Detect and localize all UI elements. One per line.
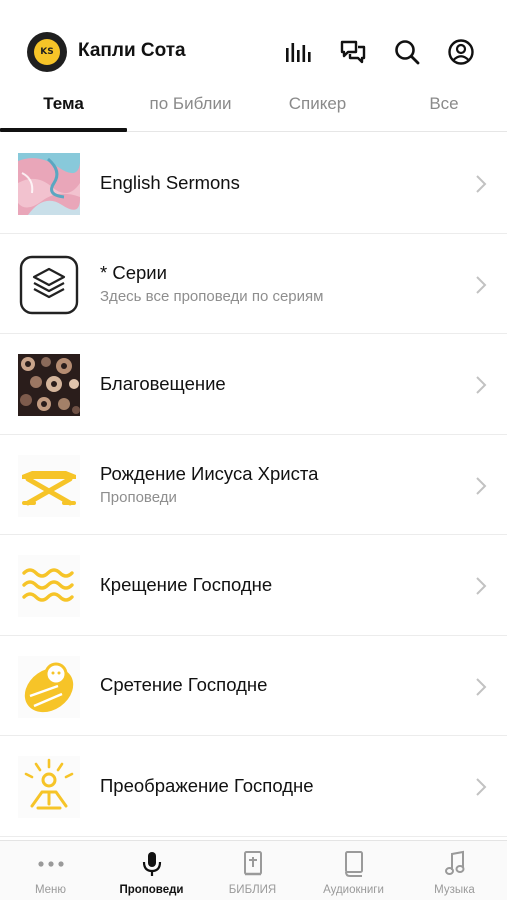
list-item-title: Преображение Господне (100, 774, 314, 796)
nav-sermons[interactable]: Проповеди (101, 849, 202, 896)
circles-pattern-image (18, 354, 80, 416)
list-item[interactable]: Благовещение (0, 334, 507, 435)
topic-list: English Sermons * Серии Здесь все пропов… (0, 133, 507, 837)
list-item[interactable]: * Серии Здесь все проповеди по сериям (0, 234, 507, 334)
list-item[interactable]: Рождение Иисуса Христа Проповеди (0, 435, 507, 535)
list-item-title: Сретение Господне (100, 674, 268, 696)
chevron-right-icon (476, 778, 487, 796)
chevron-right-icon (476, 677, 487, 696)
tab-speaker[interactable]: Спикер (254, 94, 381, 132)
list-item[interactable]: Крещение Господне (0, 535, 507, 636)
manger-icon (18, 454, 80, 517)
list-item-title: Крещение Господне (100, 573, 273, 595)
abstract-art-image (18, 153, 80, 215)
bible-icon (202, 849, 303, 879)
microphone-icon (101, 849, 202, 879)
list-item-title: Рождение Иисуса Христа (100, 463, 319, 485)
equalizer-icon[interactable] (283, 37, 313, 67)
radiant-figure-icon (18, 756, 80, 818)
chevron-right-icon (476, 376, 487, 394)
tab-all[interactable]: Все (381, 94, 507, 132)
nav-label: Аудиокниги (323, 884, 384, 896)
nav-audiobooks[interactable]: Аудиокниги (303, 849, 404, 896)
chevron-right-icon (476, 476, 487, 495)
swaddled-baby-icon (18, 655, 80, 718)
list-item[interactable]: Сретение Господне (0, 636, 507, 736)
tab-theme[interactable]: Тема (0, 94, 127, 132)
music-note-icon (404, 849, 505, 879)
list-item-title: Благовещение (100, 372, 226, 394)
nav-label: Музыка (434, 884, 475, 896)
search-icon[interactable] (392, 37, 422, 67)
nav-label: БИБЛИЯ (228, 884, 277, 896)
category-tabs: Тема по Библии Спикер Все (0, 86, 507, 132)
bottom-navigation: Меню Проповеди БИБЛИЯ Аудиокниги Музыка (0, 840, 507, 900)
nav-label: Проповеди (119, 884, 184, 896)
book-icon (303, 849, 404, 879)
nav-bible[interactable]: БИБЛИЯ (202, 849, 303, 896)
layers-icon (18, 254, 80, 316)
list-item-subtitle: Проповеди (100, 489, 177, 507)
app-logo[interactable]: KS (27, 32, 67, 72)
list-item[interactable]: English Sermons (0, 133, 507, 234)
nav-label: Меню (34, 884, 67, 896)
nav-music[interactable]: Музыка (404, 849, 505, 896)
chat-icon[interactable] (338, 37, 368, 67)
list-item[interactable]: Преображение Господне (0, 736, 507, 837)
list-item-title: English Sermons (100, 171, 240, 193)
list-item-subtitle: Здесь все проповеди по сериям (100, 288, 324, 306)
nav-menu[interactable]: Меню (0, 849, 101, 896)
chevron-right-icon (476, 275, 487, 294)
app-title: Капли Сота (78, 40, 186, 61)
logo-badge: KS (34, 39, 60, 65)
chevron-right-icon (476, 175, 487, 193)
active-tab-indicator (0, 128, 127, 132)
app-header: KS Капли Сота (0, 0, 507, 86)
waves-icon (18, 555, 80, 617)
tab-bible[interactable]: по Библии (127, 94, 254, 132)
profile-icon[interactable] (446, 37, 476, 67)
chevron-right-icon (476, 577, 487, 595)
list-item-title: * Серии (100, 262, 167, 284)
more-dots-icon (0, 849, 101, 879)
